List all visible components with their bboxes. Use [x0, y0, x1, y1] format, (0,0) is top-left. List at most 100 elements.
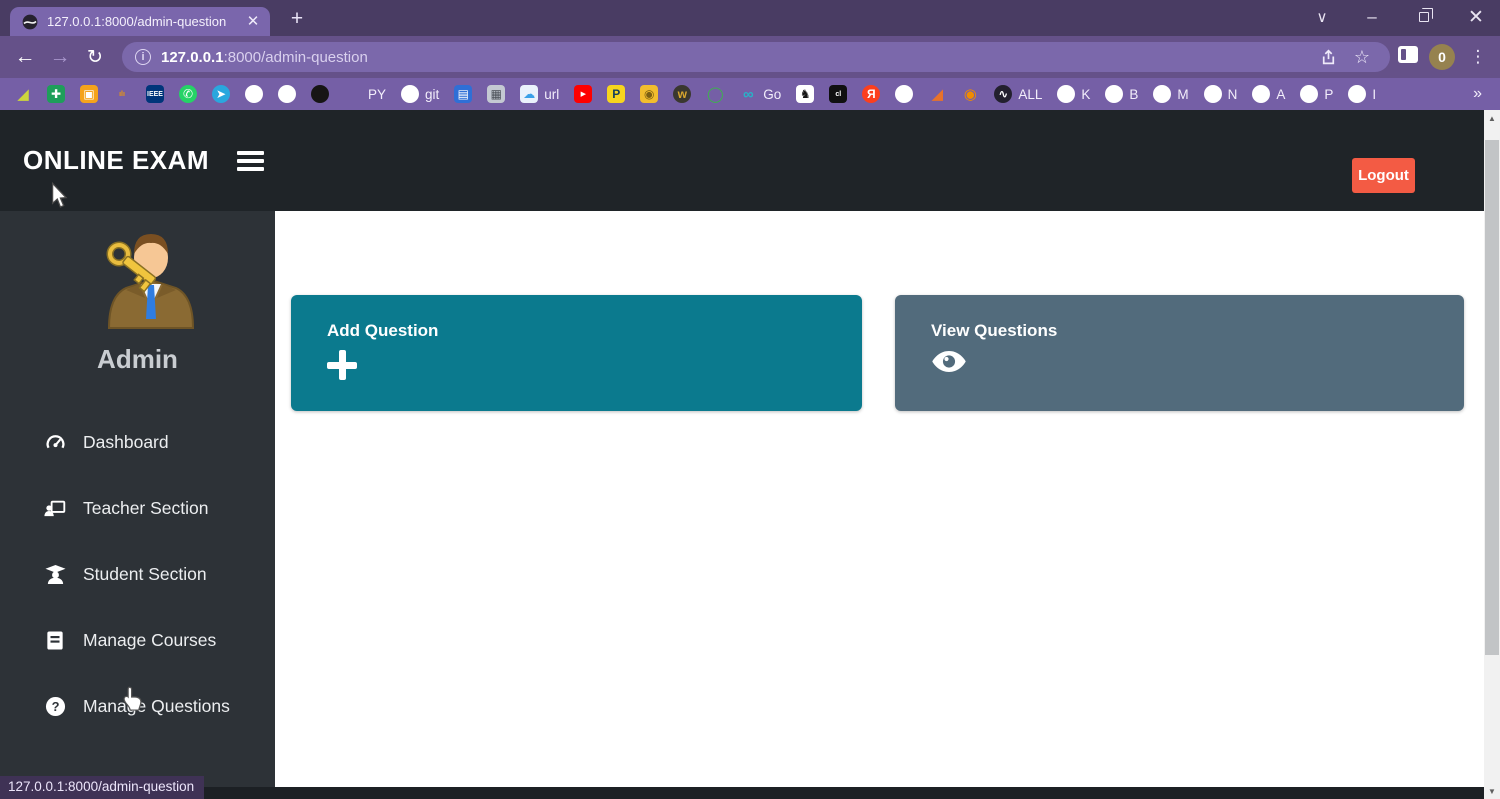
- site-info-icon[interactable]: i: [135, 49, 151, 65]
- eye-icon[interactable]: [931, 350, 1464, 378]
- bookmark-google-a[interactable]: GA: [1252, 85, 1285, 103]
- bookmark-movie-camera[interactable]: ◉: [640, 85, 658, 103]
- bookmark-godaddy[interactable]: ∞Go: [739, 85, 781, 103]
- bookmark-matlab[interactable]: ◢: [928, 85, 946, 103]
- browser-menu-icon[interactable]: ⋮: [1466, 41, 1490, 73]
- google-k-icon: G: [1057, 85, 1075, 103]
- bookmark-cart[interactable]: w: [673, 85, 691, 103]
- bookmark-caption: M: [1177, 87, 1188, 102]
- python-icon: [344, 85, 362, 103]
- scroll-up-icon[interactable]: ▲: [1484, 110, 1500, 126]
- bookmark-calendar[interactable]: ▦: [487, 85, 505, 103]
- bookmark-google-k[interactable]: GK: [1057, 85, 1090, 103]
- close-window-button[interactable]: ✕: [1453, 0, 1499, 34]
- film-icon: ▤: [454, 85, 472, 103]
- browser-tab[interactable]: 127.0.0.1:8000/admin-question ✕: [10, 7, 270, 36]
- google-2-icon: G: [278, 85, 296, 103]
- bookmark-star-icon[interactable]: ☆: [1350, 45, 1374, 69]
- book-icon: [44, 630, 66, 651]
- bookmark-google-2[interactable]: G: [278, 85, 296, 103]
- dashboard-gauge-icon: [44, 432, 66, 453]
- teacher-icon: [44, 498, 66, 519]
- sidebar-item-dashboard[interactable]: Dashboard: [0, 409, 275, 475]
- bookmark-ieee[interactable]: IEEE: [146, 85, 164, 103]
- url-text[interactable]: 127.0.0.1:8000/admin-question: [161, 49, 1306, 66]
- bookmark-bird-page[interactable]: ♞: [796, 85, 814, 103]
- side-panel-icon[interactable]: [1398, 46, 1418, 63]
- sidebar-item-teacher-section[interactable]: Teacher Section: [0, 475, 275, 541]
- scroll-down-icon[interactable]: ▼: [1484, 783, 1500, 799]
- page-scrollbar[interactable]: ▲ ▼: [1484, 110, 1500, 799]
- bookmark-caption: B: [1129, 87, 1138, 102]
- card-title: Add Question: [327, 321, 862, 341]
- bookmark-pastebin[interactable]: P: [607, 85, 625, 103]
- add-question-card[interactable]: Add Question: [291, 295, 862, 411]
- bookmark-url-shortener[interactable]: ☁url: [520, 85, 559, 103]
- view-questions-card[interactable]: View Questions: [895, 295, 1464, 411]
- bookmark-google-git[interactable]: Ggit: [401, 85, 439, 103]
- site-brand[interactable]: ONLINE EXAM: [23, 145, 209, 176]
- bookmark-analytics[interactable]: ılı: [113, 85, 131, 103]
- bookmark-telegram[interactable]: ➤: [212, 85, 230, 103]
- bookmarks-bar-items: ◢✚▣ılıIEEE✆➤GGPYGgit▤▦☁url▶P◉w◯∞Go♞clЯG◢…: [14, 85, 1376, 103]
- bookmark-youtube[interactable]: ▶: [574, 85, 592, 103]
- bookmark-whatsapp[interactable]: ✆: [179, 85, 197, 103]
- restore-icon: [1419, 12, 1429, 22]
- google-icon: G: [245, 85, 263, 103]
- bookmark-google-b[interactable]: GB: [1105, 85, 1138, 103]
- logout-button[interactable]: Logout: [1352, 158, 1415, 193]
- sidebar-item-student-section[interactable]: Student Section: [0, 541, 275, 607]
- sidebar-item-label: Manage Courses: [83, 630, 216, 651]
- bookmark-caption: ALL: [1018, 87, 1042, 102]
- bookmark-google-m[interactable]: GM: [1153, 85, 1188, 103]
- google-b-icon: G: [1105, 85, 1123, 103]
- bookmark-caption: N: [1228, 87, 1238, 102]
- forward-button[interactable]: →: [44, 41, 76, 73]
- profile-avatar[interactable]: 0: [1429, 44, 1455, 70]
- svg-text:?: ?: [51, 698, 59, 713]
- bookmark-google-n[interactable]: GN: [1204, 85, 1238, 103]
- bookmark-ring[interactable]: ◯: [706, 85, 724, 103]
- google-a-icon: G: [1252, 85, 1270, 103]
- restore-window-button[interactable]: [1401, 0, 1447, 34]
- site-navbar: ONLINE EXAM Logout: [0, 110, 1484, 211]
- share-icon[interactable]: [1316, 45, 1340, 69]
- minimize-button[interactable]: –: [1349, 0, 1395, 34]
- godaddy-icon: ∞: [739, 85, 757, 103]
- bookmark-google-3[interactable]: G: [895, 85, 913, 103]
- page-body: Admin Dashboard Teacher Section: [0, 211, 1484, 787]
- sheets-icon: ✚: [47, 85, 65, 103]
- sidebar-item-label: Teacher Section: [83, 498, 209, 519]
- bookmarks-overflow-chevron[interactable]: »: [1473, 85, 1490, 103]
- bookmark-sheets[interactable]: ✚: [47, 85, 65, 103]
- bookmarks-bar: ◢✚▣ılıIEEE✆➤GGPYGgit▤▦☁url▶P◉w◯∞Go♞clЯG◢…: [0, 78, 1500, 110]
- ieee-icon: IEEE: [146, 85, 164, 103]
- bookmark-python[interactable]: PY: [344, 85, 386, 103]
- sidebar-item-manage-courses[interactable]: Manage Courses: [0, 607, 275, 673]
- bookmark-github[interactable]: [311, 85, 329, 103]
- bookmark-google[interactable]: G: [245, 85, 263, 103]
- admin-avatar: [0, 224, 275, 336]
- bookmark-google-i[interactable]: GI: [1348, 85, 1376, 103]
- hamburger-menu-icon[interactable]: [231, 145, 270, 177]
- bookmark-yandex[interactable]: Я: [862, 85, 880, 103]
- eye-orange-icon: ◉: [961, 85, 979, 103]
- bookmark-ads[interactable]: ◢: [14, 85, 32, 103]
- bird-page-icon: ♞: [796, 85, 814, 103]
- bookmark-cl[interactable]: cl: [829, 85, 847, 103]
- reload-button[interactable]: ↻: [79, 41, 111, 73]
- address-bar[interactable]: i 127.0.0.1:8000/admin-question ☆: [122, 42, 1390, 72]
- bookmark-film[interactable]: ▤: [454, 85, 472, 103]
- scrollbar-thumb[interactable]: [1485, 140, 1499, 655]
- new-tab-button[interactable]: +: [283, 5, 311, 33]
- tab-close-icon[interactable]: ✕: [244, 13, 262, 31]
- bookmark-caption: A: [1276, 87, 1285, 102]
- bookmark-google-p[interactable]: GP: [1300, 85, 1333, 103]
- bookmark-caption: K: [1081, 87, 1090, 102]
- bookmark-eye-orange[interactable]: ◉: [961, 85, 979, 103]
- tab-search-chevron-icon[interactable]: ∨: [1299, 0, 1345, 34]
- sidebar-item-label: Student Section: [83, 564, 207, 585]
- back-button[interactable]: ←: [9, 41, 41, 73]
- bookmark-globe-all[interactable]: ∿ALL: [994, 85, 1042, 103]
- bookmark-screen-recorder[interactable]: ▣: [80, 85, 98, 103]
